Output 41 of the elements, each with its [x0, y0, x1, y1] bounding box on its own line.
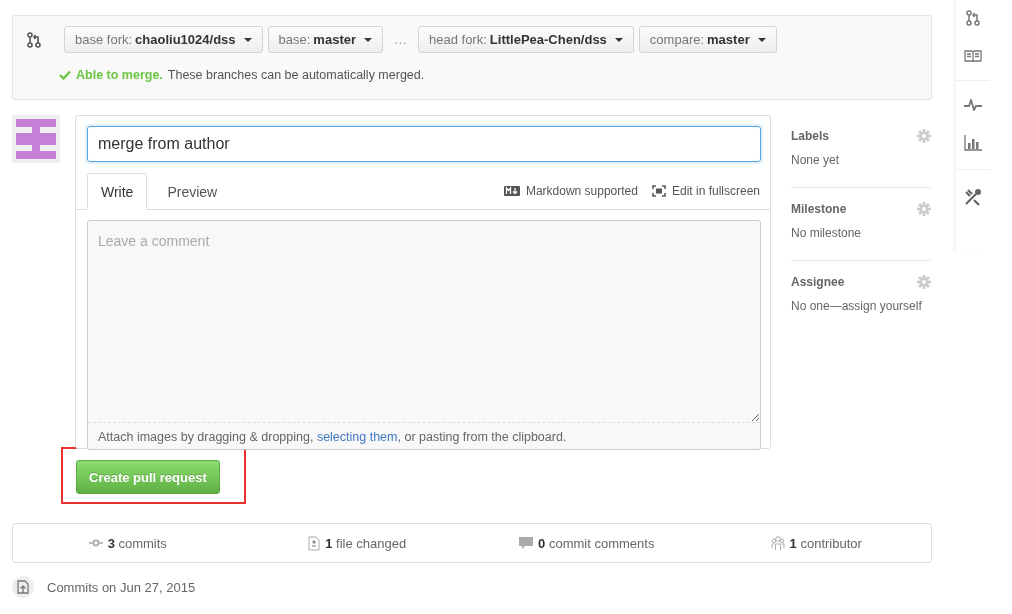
editor-tab[interactable]: Write: [87, 173, 148, 210]
commits-date-heading: Commits on Jun 27, 2015: [47, 579, 196, 595]
people-icon: [770, 535, 785, 551]
branch-selector[interactable]: compare: master: [638, 26, 777, 53]
book-icon[interactable]: [964, 50, 982, 62]
pull-request-icon[interactable]: [966, 10, 980, 26]
branch-selector[interactable]: base: master: [267, 26, 383, 53]
stat-text[interactable]: 1 contributor: [789, 535, 862, 551]
stat-text[interactable]: 1 file changed: [325, 535, 407, 551]
bar-graph-icon[interactable]: [964, 135, 982, 151]
fullscreen-icon: [651, 185, 666, 197]
sidebar-heading: Assignee: [791, 275, 845, 289]
sidebar-heading: Milestone: [791, 202, 847, 216]
branch-selector[interactable]: head fork: LittlePea-Chen/dss: [418, 26, 634, 53]
select-files-link[interactable]: selecting them: [316, 430, 398, 444]
avatar-icon: [12, 115, 60, 163]
ellipsis: …: [393, 32, 408, 47]
fullscreen-link[interactable]: Edit in fullscreen: [671, 184, 760, 198]
merge-status: Able to merge.: [76, 68, 163, 82]
sidebar-value: None yet: [791, 153, 841, 167]
markdown-icon: [503, 186, 520, 196]
merge-note: These branches can be automatically merged.: [167, 68, 425, 82]
stat-text[interactable]: 0 commit comments: [538, 535, 655, 551]
branch-selector[interactable]: base fork: chaoliu1024/dss: [64, 26, 263, 53]
tools-icon[interactable]: [964, 188, 982, 206]
editor-tab[interactable]: Preview: [153, 173, 232, 210]
attach-hint: Attach images by dragging & dropping, selecting them, or pasting from the clipboard.: [97, 429, 568, 446]
stat-text[interactable]: 3 commits: [107, 535, 167, 551]
title-field[interactable]: merge from author: [87, 126, 761, 162]
markdown-note: Markdown supported: [525, 184, 638, 198]
comment-field[interactable]: Leave a comment Attach images by dragging & dropping, selecting them, or pasting from the clipboard.: [87, 220, 761, 450]
comment-icon: [519, 536, 534, 550]
sidebar-heading: Labels: [791, 129, 829, 143]
sidebar-value: No one—assign yourself: [791, 299, 923, 313]
pulse-icon[interactable]: [964, 99, 982, 111]
commit-icon: [88, 539, 103, 547]
check-icon: [59, 70, 71, 80]
sidebar-value: No milestone: [791, 226, 863, 240]
pull-request-icon: [27, 31, 41, 48]
commit-group-icon: [12, 576, 34, 598]
file-diff-icon: [308, 535, 321, 551]
